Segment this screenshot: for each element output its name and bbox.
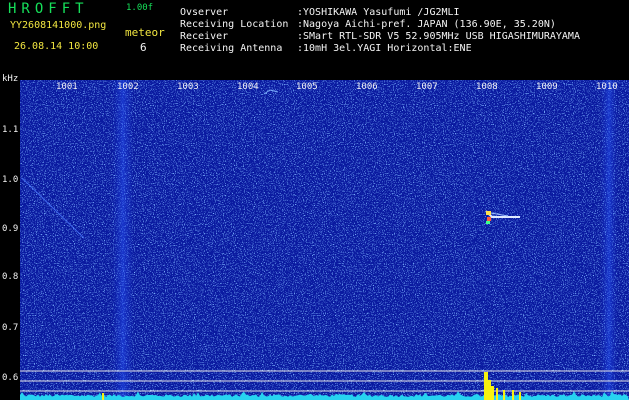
meteor-count: 6 (140, 41, 147, 54)
meteor-label: meteor (125, 26, 165, 39)
x-tick-label: 1002 (117, 82, 139, 92)
info-value-antenna: :10mH 3el.YAGI Horizontal:ENE (297, 43, 472, 54)
info-label-observer: Ovserver (180, 7, 229, 18)
x-tick-label: 1007 (416, 82, 438, 92)
x-tick-label: 1009 (536, 82, 558, 92)
y-axis-unit: kHz (2, 74, 19, 84)
x-tick-label: 1003 (177, 82, 199, 92)
x-tick-label: 1006 (356, 82, 378, 92)
info-label-location: Receiving Location (180, 19, 289, 30)
version-label: 1.00f (126, 3, 154, 13)
spectrogram-plot (20, 80, 629, 400)
y-tick-label: 1.1 (2, 125, 19, 135)
spectrogram (20, 80, 629, 400)
x-tick-label: 1001 (56, 82, 78, 92)
spectrogram-noise (20, 80, 629, 400)
y-tick-label: 0.7 (2, 323, 19, 333)
noise-band (112, 80, 134, 400)
hrofft-window: HROFFT 1.00f YY2608141000.png 26.08.14 1… (0, 0, 629, 400)
y-tick-label: 1.0 (2, 175, 19, 185)
datetime-label: 26.08.14 10:00 (14, 41, 99, 52)
app-logo: HROFFT (8, 1, 89, 17)
x-tick-label: 1008 (476, 82, 498, 92)
noise-band (600, 80, 618, 400)
x-tick-label: 1010 (596, 82, 618, 92)
x-tick-label: 1005 (296, 82, 318, 92)
y-tick-label: 0.9 (2, 224, 19, 234)
info-value-observer: :YOSHIKAWA Yasufumi /JG2MLI (297, 7, 460, 18)
y-tick-label: 0.6 (2, 373, 19, 383)
x-tick-label: 1004 (237, 82, 259, 92)
y-tick-label: 0.8 (2, 272, 19, 282)
info-label-receiver: Receiver (180, 31, 229, 42)
info-value-location: :Nagoya Aichi-pref. JAPAN (136.90E, 35.2… (297, 19, 556, 30)
filename-label: YY2608141000.png (10, 20, 107, 31)
info-value-receiver: :SMart RTL-SDR V5 52.905MHz USB HIGASHIM… (297, 31, 580, 42)
info-label-antenna: Receiving Antenna (180, 43, 283, 54)
